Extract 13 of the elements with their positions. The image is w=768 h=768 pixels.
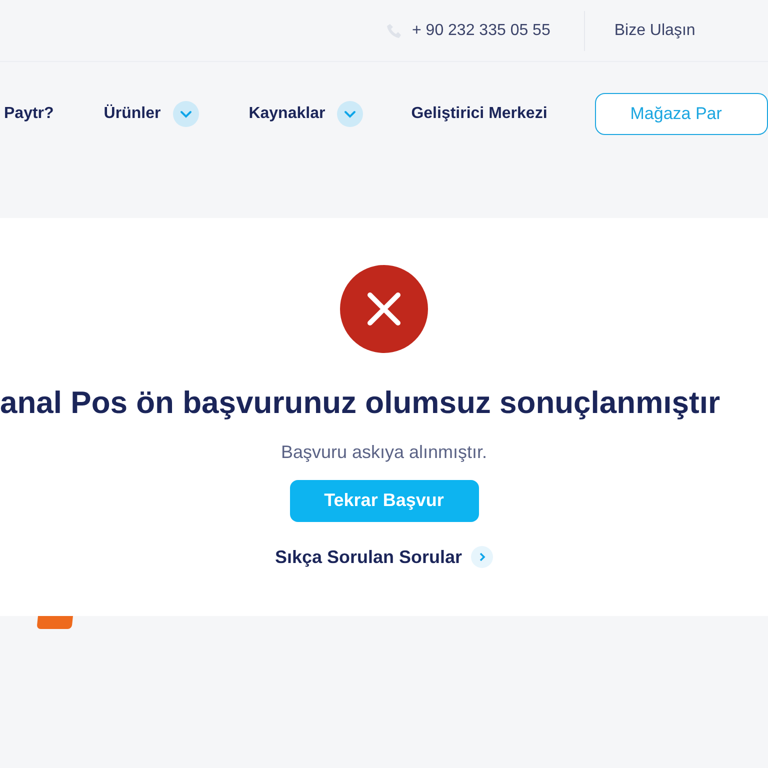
nav-link[interactable]: Ürünler <box>104 102 161 126</box>
nav-link[interactable]: Geliştirici Merkezi <box>411 102 548 126</box>
error-icon <box>339 264 429 354</box>
nav-link[interactable]: Kaynaklar <box>248 102 326 126</box>
chevron-right-icon[interactable] <box>471 546 494 568</box>
chevron-down-icon[interactable] <box>172 101 199 127</box>
faq-link[interactable]: Sıkça Sorulan Sorular <box>274 544 462 570</box>
result-heading: anal Pos ön başvurunuz olumsuz sonuçlanmıştır <box>0 384 720 422</box>
nav-link[interactable]: Paytr? <box>4 102 54 126</box>
phone-number[interactable]: + 90 232 335 05 55 <box>412 18 550 42</box>
contact-link[interactable]: Bize Ulaşın <box>614 18 696 42</box>
result-message: Başvuru askıya alınmıştır. <box>280 440 488 464</box>
chevron-down-icon[interactable] <box>337 101 364 127</box>
